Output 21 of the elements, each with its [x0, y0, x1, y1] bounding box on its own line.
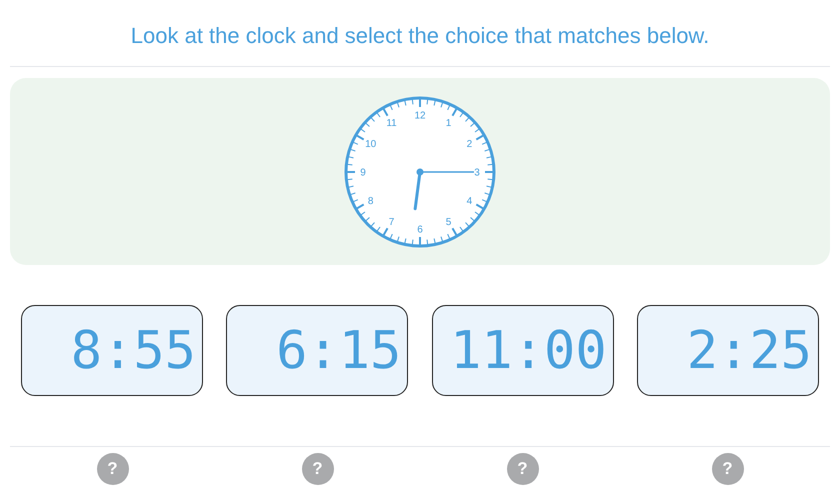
clock-number: 4: [466, 196, 472, 206]
help-button[interactable]: ?: [302, 453, 334, 485]
help-button[interactable]: ?: [96, 453, 128, 485]
choice-button[interactable]: 11:00: [432, 305, 614, 396]
clock-number: 6: [417, 224, 423, 235]
clock-number: 5: [446, 216, 452, 228]
choice-button[interactable]: 8:55: [21, 305, 203, 396]
clock-number: 3: [474, 167, 480, 178]
clock-number: 12: [414, 110, 426, 121]
clock-number: 10: [365, 138, 376, 150]
clock-number: 8: [368, 196, 374, 206]
clock-number: 1: [446, 118, 452, 129]
clock-number: 7: [388, 216, 394, 228]
help-button[interactable]: ?: [506, 453, 538, 485]
choice-button[interactable]: 6:15: [226, 305, 408, 396]
clock-number: 9: [360, 167, 366, 178]
instruction-text: Look at the clock and select the choice that matches below.: [130, 22, 710, 50]
choice-button[interactable]: 2:25: [636, 305, 819, 396]
clock-number: 2: [466, 138, 472, 150]
help-button[interactable]: ?: [712, 453, 744, 485]
clock-number: 11: [386, 118, 397, 129]
